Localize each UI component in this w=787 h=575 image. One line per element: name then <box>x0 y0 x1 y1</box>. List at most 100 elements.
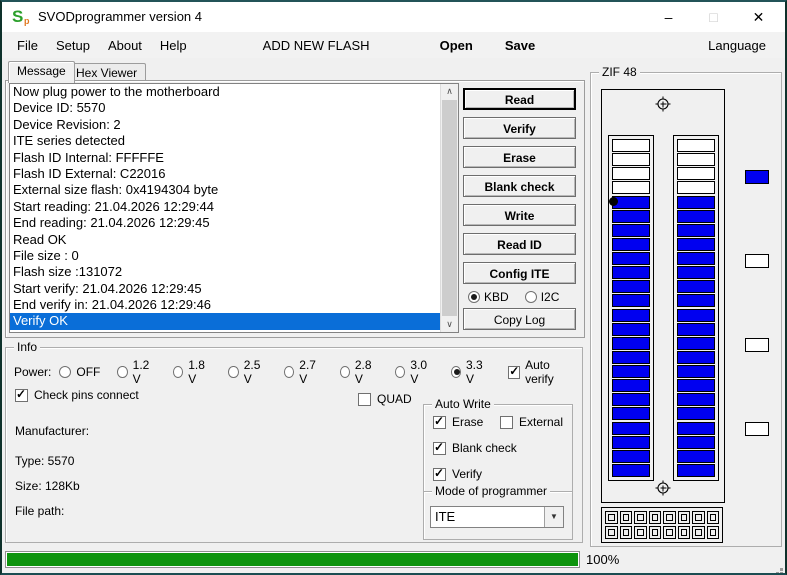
message-log-list[interactable]: Now plug power to the motherboard Device … <box>9 83 459 333</box>
pin-connected <box>612 379 650 393</box>
pin-connected <box>677 407 715 421</box>
scroll-up-icon[interactable]: ∧ <box>441 84 458 99</box>
pin-connected <box>677 365 715 378</box>
pin-connected <box>612 322 650 336</box>
pin-connected <box>612 308 650 322</box>
log-line[interactable]: ITE series detected <box>10 133 441 149</box>
mode-of-programmer-group: Mode of programmer ITE ▼ <box>423 484 573 540</box>
verify-checkbox[interactable] <box>433 466 446 481</box>
menu-language[interactable]: Language <box>699 38 775 53</box>
resize-grip-icon[interactable] <box>780 568 783 571</box>
maximize-icon[interactable]: □ <box>691 2 736 32</box>
power-radio-label: 3.3 V <box>465 358 483 386</box>
log-scrollbar[interactable]: ∧ ∨ <box>440 84 458 332</box>
menu-save[interactable]: Save <box>496 38 544 53</box>
blank-check-button[interactable]: Blank check <box>463 175 576 197</box>
power-radio[interactable] <box>59 366 72 378</box>
progress-bar <box>5 551 580 568</box>
log-line[interactable]: Start verify: 21.04.2026 12:29:45 <box>10 281 441 297</box>
power-radio[interactable] <box>117 366 128 378</box>
log-line[interactable]: External size flash: 0x4194304 byte <box>10 182 441 198</box>
pin-connected <box>609 195 650 209</box>
pin-connected <box>612 407 650 421</box>
mode-combobox[interactable]: ITE ▼ <box>430 506 564 528</box>
i2c-radio[interactable] <box>524 291 537 303</box>
connector-pin <box>648 511 661 524</box>
menu-open[interactable]: Open <box>431 38 482 53</box>
power-radio-label: 2.8 V <box>354 358 372 386</box>
log-line[interactable]: File size : 0 <box>10 248 441 264</box>
pin-connected <box>612 463 650 477</box>
erase-checkbox[interactable] <box>433 414 446 429</box>
minimize-icon[interactable]: – <box>646 2 691 32</box>
pin-empty <box>677 167 715 181</box>
read-button[interactable]: Read <box>463 88 576 110</box>
pin-empty <box>677 139 715 152</box>
log-line[interactable]: Flash ID Internal: FFFFFE <box>10 150 441 166</box>
log-line[interactable]: Flash size :131072 <box>10 264 441 280</box>
menu-help[interactable]: Help <box>151 38 196 53</box>
log-lines: Now plug power to the motherboard Device … <box>10 84 441 332</box>
pin-connected <box>612 294 650 308</box>
chevron-down-icon[interactable]: ▼ <box>544 507 563 527</box>
quad-checkbox[interactable] <box>358 392 371 406</box>
scroll-down-icon[interactable]: ∨ <box>441 317 458 332</box>
log-line[interactable]: Device Revision: 2 <box>10 117 441 133</box>
pin-empty <box>677 153 715 167</box>
auto-verify-checkbox[interactable] <box>508 364 521 379</box>
pin-connected <box>677 223 715 237</box>
external-checkbox[interactable] <box>500 415 513 429</box>
menu-about[interactable]: About <box>99 38 151 53</box>
power-label: Power: <box>14 365 52 379</box>
menu-setup[interactable]: Setup <box>47 38 99 53</box>
power-radio[interactable] <box>339 366 350 378</box>
menu-add-new-flash[interactable]: ADD NEW FLASH <box>254 38 379 53</box>
power-radio[interactable] <box>450 366 461 378</box>
power-radio[interactable] <box>228 366 239 378</box>
tab-hex-viewer[interactable]: Hex Viewer <box>67 63 147 81</box>
verify-button[interactable]: Verify <box>463 117 576 139</box>
pin-connected <box>612 336 650 350</box>
write-button[interactable]: Write <box>463 204 576 226</box>
connector-pin <box>619 511 632 524</box>
log-line[interactable]: End verify in: 21.04.2026 12:29:46 <box>10 297 441 313</box>
log-line[interactable]: Now plug power to the motherboard <box>10 84 441 100</box>
pin-connected <box>677 266 715 280</box>
read-id-button[interactable]: Read ID <box>463 233 576 255</box>
menu-file[interactable]: File <box>8 38 47 53</box>
check-pins-checkbox[interactable] <box>15 387 28 402</box>
power-radio[interactable] <box>284 366 295 378</box>
pin-column-left <box>608 135 654 481</box>
external-checkbox-label: External <box>519 415 564 429</box>
close-icon[interactable]: ✕ <box>736 2 781 32</box>
copy-log-button[interactable]: Copy Log <box>463 308 576 330</box>
kbd-radio[interactable] <box>468 291 480 303</box>
log-line[interactable]: Start reading: 21.04.2026 12:29:44 <box>10 199 441 215</box>
erase-button[interactable]: Erase <box>463 146 576 168</box>
log-line[interactable]: End reading: 21.04.2026 12:29:45 <box>10 215 441 231</box>
power-option-2-7-v: 2.7 V <box>284 358 323 386</box>
auto-verify-label: Auto verify <box>525 358 554 386</box>
log-line[interactable]: Device ID: 5570 <box>10 100 441 116</box>
power-radio[interactable] <box>172 366 184 378</box>
log-line[interactable]: Read OK <box>10 232 441 248</box>
pin-connected <box>612 280 650 294</box>
log-line[interactable]: Flash ID External: C22016 <box>10 166 441 182</box>
log-line[interactable]: Verify OK <box>10 313 441 330</box>
mode-combobox-value: ITE <box>435 509 456 524</box>
scroll-thumb[interactable] <box>442 100 457 316</box>
pin-connected <box>612 449 650 463</box>
power-radio[interactable] <box>395 366 406 378</box>
pin-connected <box>612 209 650 223</box>
connector-pin <box>692 526 705 539</box>
power-radio-label: OFF <box>76 365 101 379</box>
tab-message[interactable]: Message <box>8 61 75 83</box>
zif48-label: ZIF 48 <box>599 65 640 79</box>
blank-check-checkbox[interactable] <box>433 440 446 455</box>
programmer-connector <box>601 507 723 543</box>
kbd-radio-label: KBD <box>484 290 509 304</box>
info-panel: Info Power: OFF 1.2 V 1.8 V 2.5 V 2.7 V 2.8 V… <box>5 340 583 543</box>
config-ite-button[interactable]: Config ITE <box>463 262 576 284</box>
pin-connected <box>677 195 715 209</box>
pin-connected <box>677 294 715 308</box>
